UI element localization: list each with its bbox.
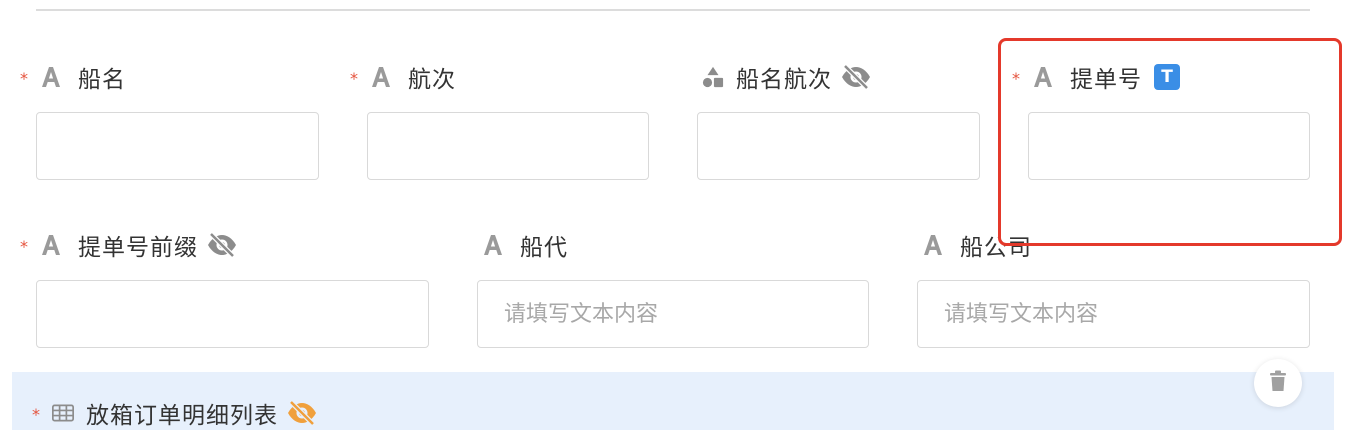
bill-prefix-input[interactable] <box>37 281 428 347</box>
ship-name-input[interactable] <box>37 113 318 179</box>
required-mark: * <box>20 237 28 256</box>
shipping-company-input[interactable] <box>918 281 1309 347</box>
eye-off-icon[interactable] <box>206 232 238 258</box>
field-label-bill-no: * 提单号 T <box>1012 62 1180 93</box>
delete-button[interactable] <box>1254 359 1302 407</box>
field-label-bill-prefix: * 提单号前缀 <box>20 230 238 261</box>
field-label-voyage: * 航次 <box>350 62 456 93</box>
label-text: 船名航次 <box>736 67 832 93</box>
required-mark: * <box>32 405 40 424</box>
label-text: 航次 <box>408 67 456 93</box>
voyage-field[interactable] <box>367 112 649 180</box>
eye-off-icon[interactable] <box>840 64 872 90</box>
text-type-icon <box>482 234 504 256</box>
ship-agent-input[interactable] <box>478 281 868 347</box>
label-text: 船代 <box>520 235 568 261</box>
ship-name-field[interactable] <box>36 112 319 180</box>
table-type-icon <box>52 402 74 424</box>
required-mark: * <box>20 69 28 88</box>
bill-no-field[interactable] <box>1028 112 1310 180</box>
label-text: 提单号 <box>1070 67 1142 93</box>
text-type-icon <box>40 234 62 256</box>
text-type-icon <box>922 234 944 256</box>
field-label-order-detail-table: * 放箱订单明细列表 <box>32 398 318 429</box>
field-label-ship-voyage: 船名航次 <box>702 62 872 93</box>
shapes-type-icon <box>702 66 724 88</box>
shipping-company-field[interactable] <box>917 280 1310 348</box>
label-text: 船名 <box>78 67 126 93</box>
text-format-badge: T <box>1154 64 1180 90</box>
ship-voyage-input[interactable] <box>698 113 979 179</box>
top-divider <box>36 9 1310 11</box>
required-mark: * <box>350 69 358 88</box>
required-mark: * <box>1012 69 1020 88</box>
label-text: 船公司 <box>960 235 1032 261</box>
voyage-input[interactable] <box>368 113 648 179</box>
ship-agent-field[interactable] <box>477 280 869 348</box>
text-type-icon <box>40 66 62 88</box>
field-label-shipping-company: 船公司 <box>922 230 1032 261</box>
eye-off-icon[interactable] <box>286 400 318 426</box>
trash-icon <box>1269 370 1287 396</box>
ship-voyage-field[interactable] <box>697 112 980 180</box>
label-text: 提单号前缀 <box>78 235 198 261</box>
label-text: 放箱订单明细列表 <box>86 403 278 429</box>
text-type-icon <box>370 66 392 88</box>
text-type-icon <box>1032 66 1054 88</box>
field-label-ship-agent: 船代 <box>482 230 568 261</box>
bill-prefix-field[interactable] <box>36 280 429 348</box>
table-section[interactable]: * 放箱订单明细列表 <box>12 372 1334 430</box>
field-label-ship-name: * 船名 <box>20 62 126 93</box>
bill-no-input[interactable] <box>1029 113 1309 179</box>
